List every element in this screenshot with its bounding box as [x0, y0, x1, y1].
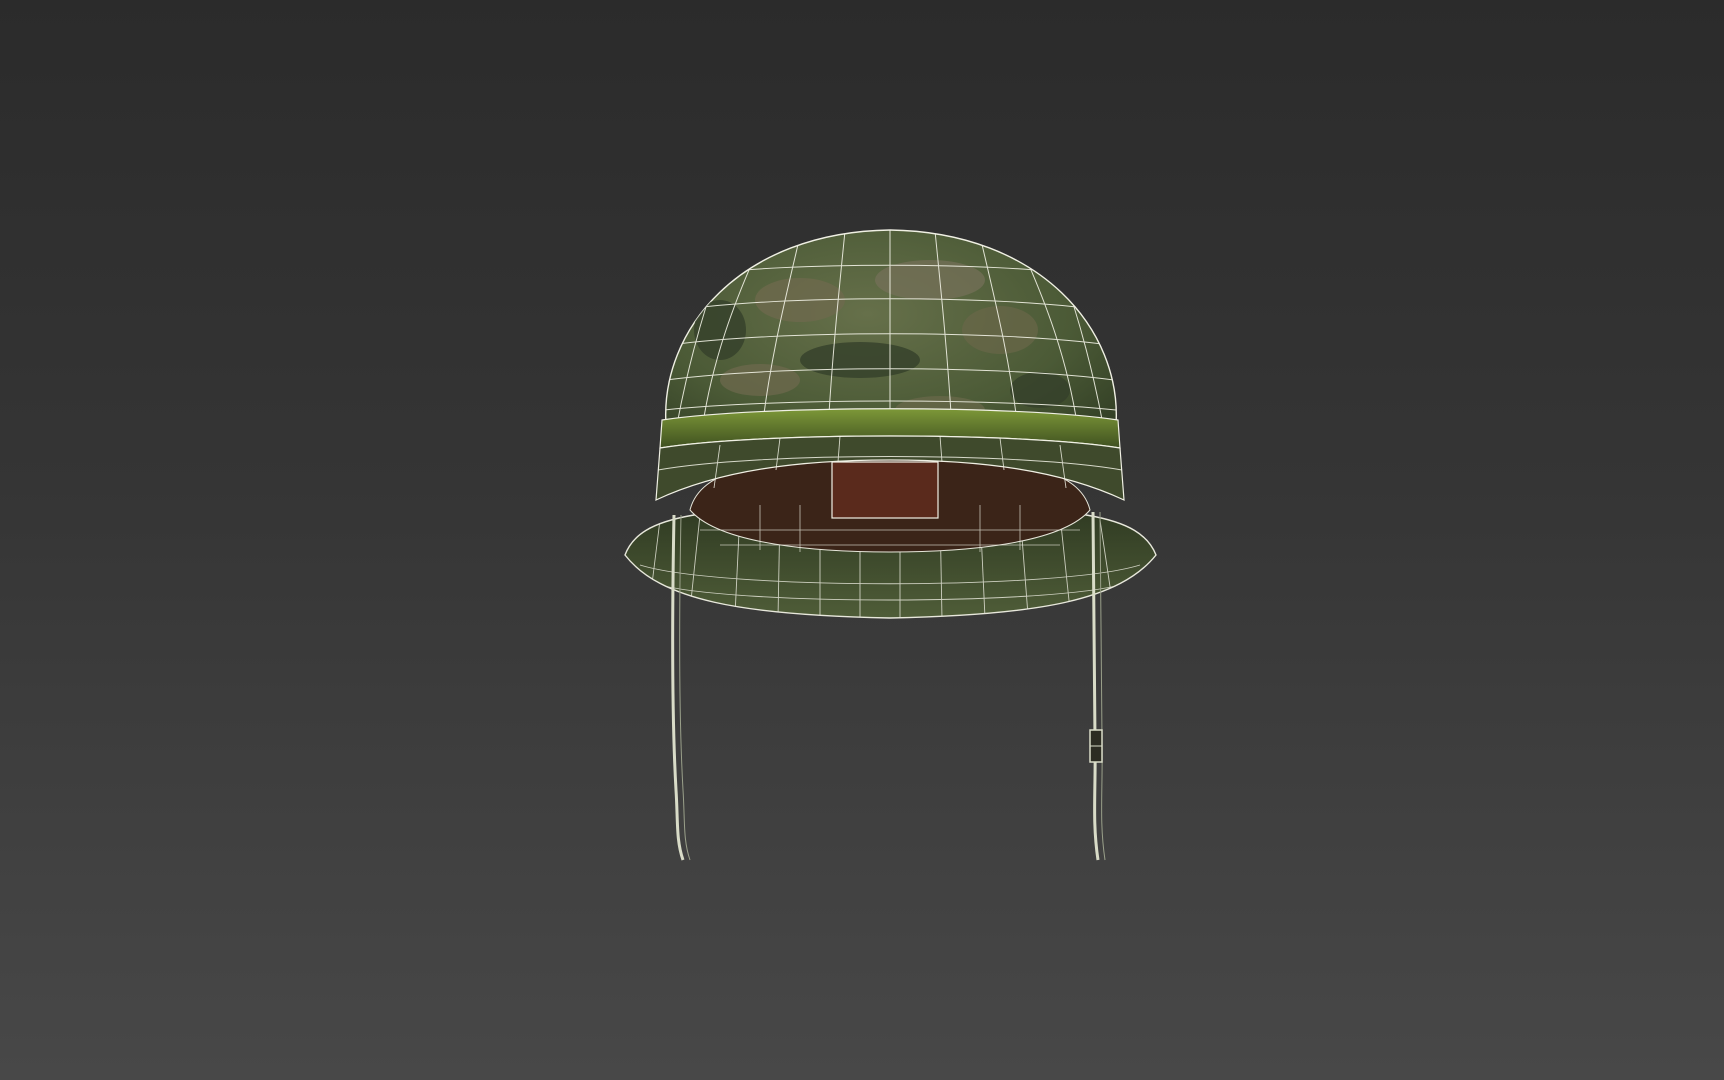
3d-viewport[interactable]	[0, 0, 1724, 1080]
viewport-canvas[interactable]	[0, 0, 1724, 1080]
helmet-model[interactable]	[624, 229, 1157, 861]
liner-pad	[831, 461, 939, 519]
